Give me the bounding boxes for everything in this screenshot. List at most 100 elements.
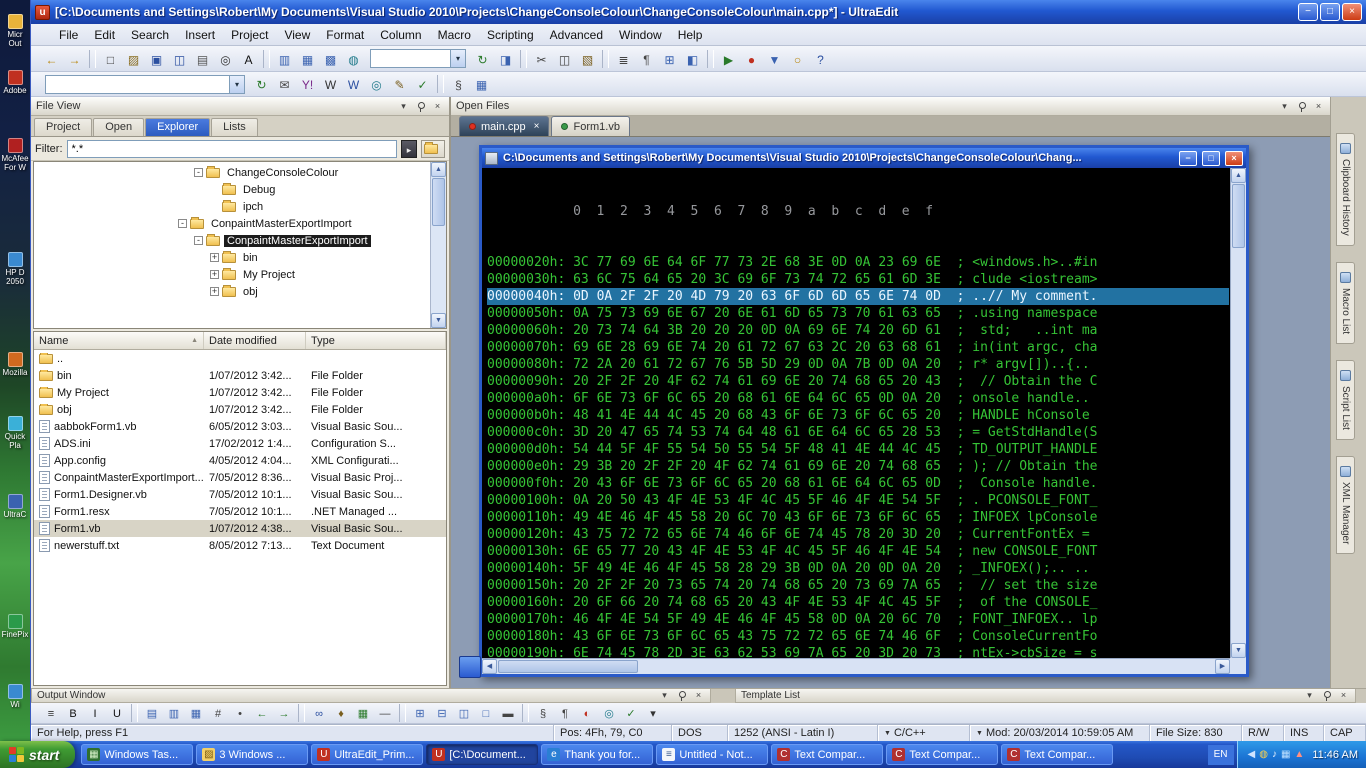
browser-preview-icon[interactable]: ◎ [599, 704, 619, 722]
hex-row[interactable]: 000000b0h: 48 41 4E 44 4C 45 20 68 43 6F… [487, 407, 1229, 424]
taskbar-button[interactable]: ▦ Windows Tas... [81, 744, 194, 765]
toolbar-combo[interactable]: ▾ [370, 49, 466, 68]
code-view-icon[interactable]: ▥ [274, 49, 295, 69]
hex-row[interactable]: 000000a0h: 6F 6E 73 6F 6C 65 20 68 61 6E… [487, 390, 1229, 407]
column-header-name[interactable]: Name ▲ [34, 332, 204, 349]
expand-box-icon[interactable]: + [210, 287, 219, 296]
more-tools-icon[interactable]: ▾ [643, 704, 663, 722]
menu-window[interactable]: Window [611, 26, 670, 44]
align-left-icon[interactable]: ▤ [142, 704, 162, 722]
document-tab-form1-vb[interactable]: Form1.vb [551, 116, 630, 136]
font-icon[interactable]: A [238, 49, 259, 69]
scripts-icon[interactable]: § [448, 74, 469, 94]
word-icon[interactable]: W [343, 74, 364, 94]
tree-item[interactable]: + obj [34, 283, 430, 300]
tip-icon[interactable]: ○ [787, 49, 808, 69]
menu-format[interactable]: Format [318, 26, 372, 44]
close-panel-icon[interactable]: × [1312, 100, 1325, 113]
align-right-icon[interactable]: ▦ [186, 704, 206, 722]
hex-row[interactable]: 00000090h: 20 2F 2F 20 4F 62 74 61 69 6E… [487, 373, 1229, 390]
hex-row[interactable]: 00000060h: 20 73 74 64 3B 20 20 20 0D 0A… [487, 322, 1229, 339]
panel-menu-icon[interactable]: ▾ [397, 100, 410, 113]
yahoo-icon[interactable]: Y! [297, 74, 318, 94]
hyperlink-icon[interactable]: ∞ [309, 704, 329, 722]
scroll-thumb[interactable] [432, 178, 445, 226]
pin-icon[interactable] [675, 689, 688, 702]
desktop-icon-micr-out[interactable]: Micr Out [1, 14, 29, 48]
template-list-bar[interactable]: Template List ▾ × [735, 689, 1356, 703]
menu-advanced[interactable]: Advanced [542, 26, 611, 44]
close-button[interactable]: × [1342, 3, 1362, 21]
tree-scrollbar[interactable]: ▲ ▼ [430, 162, 446, 328]
desktop-icon-hp-d-2050[interactable]: HP D 2050 [1, 252, 29, 286]
scroll-right-icon[interactable]: ▶ [1215, 659, 1230, 674]
taskbar-button[interactable]: C Text Compar... [1001, 744, 1114, 765]
child-close-button[interactable]: × [1225, 150, 1243, 166]
hex-row[interactable]: 000000c0h: 3D 20 47 65 74 53 74 64 48 61… [487, 424, 1229, 441]
filter-go-button[interactable]: ▸ [401, 139, 417, 158]
cell-properties-icon[interactable]: □ [476, 704, 496, 722]
network-icon[interactable]: ▦ [1281, 749, 1290, 761]
taskbar-button[interactable]: e Thank you for... [541, 744, 654, 765]
column-header-type[interactable]: Type [306, 332, 446, 349]
menu-insert[interactable]: Insert [177, 26, 223, 44]
expand-box-icon[interactable]: + [210, 253, 219, 262]
file-row[interactable]: obj 1/07/2012 3:42... File Folder [34, 401, 446, 418]
menu-macro[interactable]: Macro [430, 26, 479, 44]
script-tag-icon[interactable]: § [533, 704, 553, 722]
scroll-up-icon[interactable]: ▲ [1231, 168, 1246, 183]
copy-icon[interactable]: ◫ [554, 49, 575, 69]
taskbar-button[interactable]: C Text Compar... [771, 744, 884, 765]
language-indicator[interactable]: EN [1207, 744, 1234, 765]
volume-icon[interactable]: ♪ [1272, 749, 1277, 761]
file-row[interactable]: ConpaintMasterExportImport... 7/05/2012 8… [34, 469, 446, 486]
hide-icons-icon[interactable]: ◀ [1248, 749, 1256, 761]
file-row[interactable]: ADS.ini 17/02/2012 1:4... Configuration S.… [34, 435, 446, 452]
help-icon[interactable]: ? [810, 49, 831, 69]
align-center-icon[interactable]: ▥ [164, 704, 184, 722]
hex-row[interactable]: 00000160h: 20 6F 66 20 74 68 65 20 43 4F… [487, 594, 1229, 611]
hex-row[interactable]: 000000d0h: 54 44 5F 4F 55 54 50 55 54 5F… [487, 441, 1229, 458]
hex-row[interactable]: 00000050h: 0A 75 73 69 6E 67 20 6E 61 6D… [487, 305, 1229, 322]
spell-check-icon[interactable]: ✓ [412, 74, 433, 94]
bullet-list-icon[interactable]: • [230, 704, 250, 722]
form-icon[interactable]: ▬ [498, 704, 518, 722]
hex-row[interactable]: 00000150h: 20 2F 2F 20 73 65 74 20 74 68… [487, 577, 1229, 594]
html-view-icon[interactable]: ▩ [320, 49, 341, 69]
collapse-box-icon[interactable]: - [194, 168, 203, 177]
child-minimize-button[interactable]: − [1179, 150, 1197, 166]
taskbar-button[interactable]: ≡ Untitled - Not... [656, 744, 769, 765]
forward-icon[interactable]: → [64, 49, 85, 69]
font-color-icon[interactable]: ◐ [577, 704, 597, 722]
horizontal-rule-icon[interactable]: — [375, 704, 395, 722]
browser-view-icon[interactable]: ◍ [343, 49, 364, 69]
wikipedia-icon[interactable]: W [320, 74, 341, 94]
html-underline-icon[interactable]: U [107, 704, 127, 722]
panel-tab-script-list[interactable]: Script List [1336, 359, 1355, 440]
file-row[interactable]: Form1.resx 7/05/2012 10:1... .NET Managed … [34, 503, 446, 520]
update-icon[interactable]: ◍ [1259, 749, 1268, 761]
bookmark-icon[interactable]: ▼ [764, 49, 785, 69]
file-row[interactable]: aabbokForm1.vb 6/05/2012 3:03... Visual Ba… [34, 418, 446, 435]
hex-row[interactable]: 00000110h: 49 4E 46 4F 45 58 20 6C 70 43… [487, 509, 1229, 526]
compare-icon[interactable]: ◧ [682, 49, 703, 69]
browse-folder-button[interactable] [421, 139, 445, 158]
hex-row[interactable]: 00000120h: 43 75 72 72 65 6E 74 46 6F 6E… [487, 526, 1229, 543]
hex-view-icon[interactable]: ▦ [297, 49, 318, 69]
save-icon[interactable]: ▣ [146, 49, 167, 69]
hex-window-title-bar[interactable]: C:\Documents and Settings\Robert\My Docu… [482, 148, 1246, 168]
menu-column[interactable]: Column [372, 26, 429, 44]
expand-box-icon[interactable]: + [210, 270, 219, 279]
hex-row[interactable]: 00000140h: 5F 49 4E 46 4F 45 58 28 29 3B… [487, 560, 1229, 577]
html-italic-icon[interactable]: I [85, 704, 105, 722]
tab-open[interactable]: Open [93, 118, 145, 136]
status-syntax[interactable]: ▼ C/C++ [878, 725, 970, 741]
word-wrap-icon[interactable]: ¶ [636, 49, 657, 69]
file-row[interactable]: App.config 4/05/2012 4:04... XML Configura… [34, 452, 446, 469]
tab-project[interactable]: Project [34, 118, 93, 136]
panel-tab-clipboard-history[interactable]: Clipboard History [1336, 133, 1355, 246]
antivirus-icon[interactable]: ▲ [1294, 749, 1304, 761]
close-panel-icon[interactable]: × [431, 100, 444, 113]
close-panel-icon[interactable]: × [692, 689, 705, 702]
print-icon[interactable]: ▤ [192, 49, 213, 69]
